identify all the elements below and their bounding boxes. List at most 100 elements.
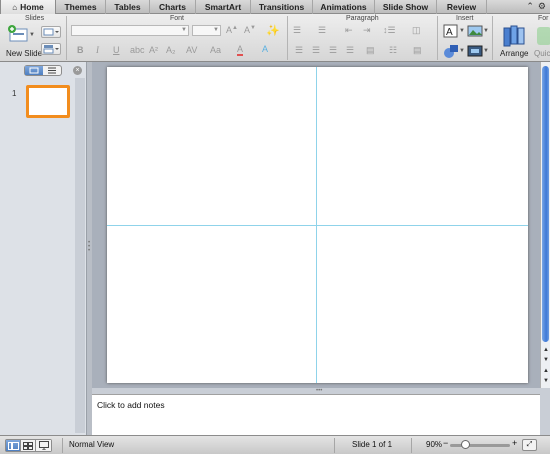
- font-size-field[interactable]: ▼: [192, 25, 221, 36]
- slide-sorter-icon: [23, 441, 33, 450]
- tab-tables[interactable]: Tables: [106, 0, 150, 14]
- layout-button[interactable]: [41, 26, 61, 38]
- slides-view-icon: [29, 67, 39, 74]
- horizontal-guide[interactable]: [107, 225, 528, 226]
- ribbon-controls: ⌃ ⚙: [526, 0, 550, 13]
- columns-icon[interactable]: ◫: [412, 25, 421, 36]
- font-name-field[interactable]: ▼: [71, 25, 189, 36]
- notes-pane[interactable]: Click to add notes: [92, 394, 540, 435]
- media-icon: [467, 45, 483, 57]
- tab-smartart[interactable]: SmartArt: [196, 0, 251, 14]
- arrange-icon: [503, 25, 525, 47]
- scroll-up-icon[interactable]: ▲: [542, 346, 550, 355]
- zoom-in-icon[interactable]: +: [512, 438, 517, 448]
- italic-icon[interactable]: I: [96, 45, 99, 55]
- tab-home[interactable]: ⌂ Home: [0, 0, 56, 14]
- fit-to-window-button[interactable]: ⤢: [522, 439, 537, 451]
- outline-view-tab[interactable]: [43, 66, 61, 75]
- tab-slide-show[interactable]: Slide Show: [375, 0, 437, 14]
- group-label-format: For: [538, 15, 549, 22]
- align-right-icon[interactable]: ☰: [329, 45, 337, 56]
- view-name: Normal View: [69, 440, 115, 449]
- clear-formatting-icon[interactable]: ✨: [266, 24, 280, 37]
- previous-slide-icon[interactable]: ▲: [542, 367, 550, 376]
- shadow-icon[interactable]: abc: [130, 45, 145, 55]
- status-bar: Normal View Slide 1 of 1 90% − + ⤢: [0, 435, 550, 454]
- slide-sorter-button[interactable]: [21, 440, 36, 451]
- align-text-icon[interactable]: ▤: [413, 45, 422, 56]
- normal-view-button[interactable]: [6, 440, 21, 451]
- quick-styles-icon: [537, 27, 550, 45]
- slide-counter: Slide 1 of 1: [352, 440, 393, 449]
- zoom-level: 90%: [426, 440, 443, 449]
- slide-thumbnail[interactable]: [26, 85, 70, 118]
- new-slide-icon: [8, 25, 28, 42]
- section-button[interactable]: [41, 43, 61, 55]
- text-direction-icon[interactable]: ☷: [389, 45, 397, 56]
- chevron-down-icon[interactable]: ▼: [459, 28, 465, 34]
- picture-icon: [467, 25, 483, 37]
- splitter-grip-icon[interactable]: • • •: [88, 240, 90, 254]
- slide-show-button[interactable]: [36, 440, 51, 451]
- change-case-icon[interactable]: Aa: [210, 45, 221, 55]
- underline-icon[interactable]: U: [113, 45, 120, 55]
- chevron-down-icon: ▼: [213, 27, 219, 33]
- distributed-icon[interactable]: ▤: [366, 45, 375, 56]
- chevron-down-icon[interactable]: ▼: [483, 48, 489, 54]
- tab-charts[interactable]: Charts: [150, 0, 196, 14]
- slide-thumbnail-pane: × 1: [0, 62, 87, 435]
- group-separator: [287, 16, 288, 60]
- superscript-icon[interactable]: A²: [149, 45, 158, 55]
- vertical-scrollbar[interactable]: ▲ ▼ ▲ ▼: [540, 62, 550, 388]
- shrink-font-icon[interactable]: A▼: [244, 25, 256, 35]
- svg-text:A: A: [446, 27, 453, 38]
- chevron-down-icon[interactable]: ▼: [459, 48, 465, 54]
- chevron-down-icon[interactable]: ▼: [29, 32, 35, 38]
- tab-animations[interactable]: Animations: [313, 0, 375, 14]
- justify-icon[interactable]: ☰: [346, 45, 354, 56]
- bullets-icon[interactable]: ☰: [293, 25, 301, 36]
- collapse-ribbon-icon[interactable]: ⌃: [526, 1, 534, 12]
- quick-styles-button[interactable]: Quic: [533, 24, 550, 60]
- font-color-icon[interactable]: A: [237, 45, 244, 56]
- shape-icon: [444, 45, 458, 58]
- text-effects-icon[interactable]: A: [262, 44, 268, 54]
- slide-canvas[interactable]: [107, 67, 528, 383]
- status-divider: [334, 438, 335, 453]
- decrease-indent-icon[interactable]: ⇤: [345, 25, 353, 36]
- next-slide-icon[interactable]: ▼: [542, 377, 550, 386]
- scrollbar-thumb[interactable]: [542, 66, 549, 342]
- grow-font-icon[interactable]: A▲: [226, 25, 238, 35]
- fit-to-window-icon: ⤢: [526, 441, 533, 448]
- align-left-icon[interactable]: ☰: [295, 45, 303, 56]
- line-spacing-icon[interactable]: ↕☰: [383, 25, 396, 36]
- ribbon: Slides Font Paragraph Insert For New Sli…: [0, 14, 550, 62]
- tab-review[interactable]: Review: [437, 0, 487, 14]
- align-center-icon[interactable]: ☰: [312, 45, 320, 56]
- subscript-icon[interactable]: A₂: [166, 45, 176, 55]
- increase-indent-icon[interactable]: ⇥: [363, 25, 371, 36]
- zoom-out-icon[interactable]: −: [443, 438, 448, 448]
- group-label-paragraph: Paragraph: [346, 15, 379, 22]
- layout-icon: [43, 28, 59, 36]
- tab-themes[interactable]: Themes: [56, 0, 106, 14]
- character-spacing-icon[interactable]: AV: [186, 45, 197, 55]
- notes-placeholder: Click to add notes: [97, 400, 165, 410]
- tab-transitions[interactable]: Transitions: [251, 0, 313, 14]
- normal-view-icon: [7, 441, 19, 450]
- outline-view-icon: [48, 67, 56, 74]
- zoom-slider-knob[interactable]: [461, 440, 470, 449]
- arrange-button[interactable]: Arrange: [497, 24, 531, 60]
- zoom-slider[interactable]: [450, 444, 510, 447]
- scroll-down-icon[interactable]: ▼: [542, 356, 550, 365]
- numbering-icon[interactable]: ☰: [318, 25, 326, 36]
- bold-icon[interactable]: B: [77, 45, 84, 55]
- slides-view-tab[interactable]: [25, 66, 43, 75]
- gear-icon[interactable]: ⚙: [538, 1, 546, 12]
- chevron-down-icon[interactable]: ▼: [483, 28, 489, 34]
- status-divider: [411, 438, 412, 453]
- thumbnail-scroll-track[interactable]: [75, 78, 85, 433]
- new-slide-button[interactable]: New Slide: [4, 24, 42, 60]
- group-label-font: Font: [170, 15, 185, 22]
- close-pane-icon[interactable]: ×: [73, 66, 82, 75]
